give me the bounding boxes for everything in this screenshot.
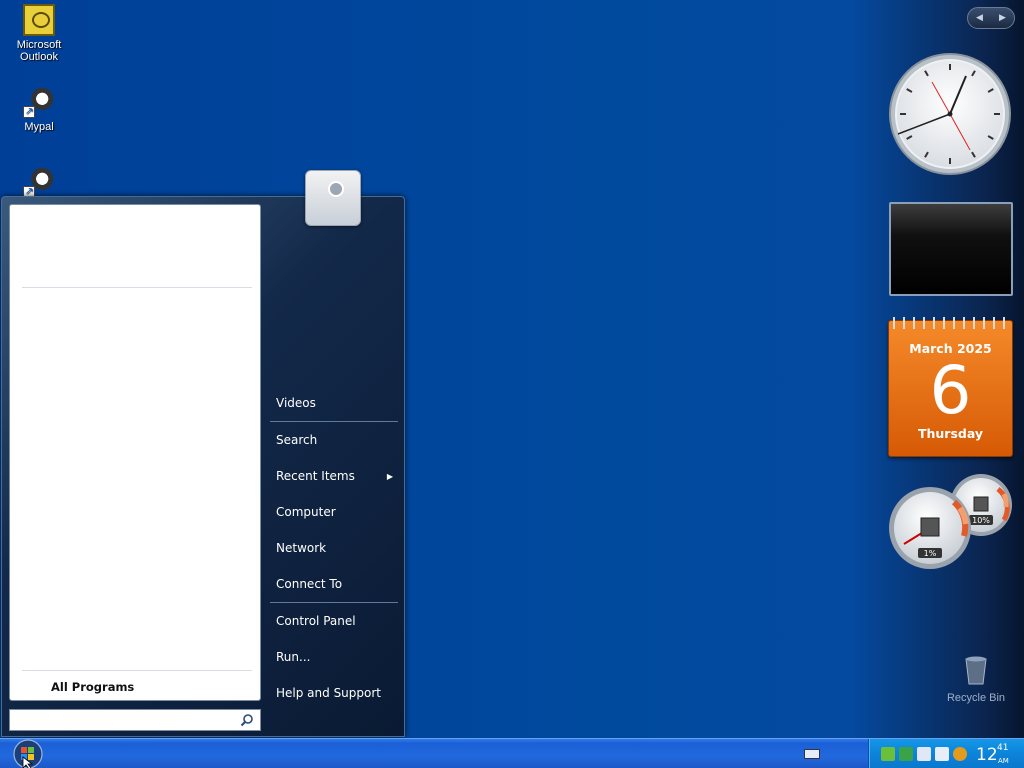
start-item-recent-items[interactable]: Recent Items ▶ [270,458,398,494]
user-picture[interactable] [305,170,361,226]
divider [22,670,252,671]
mypal-icon: ↗ [23,86,55,118]
tray-app-icon[interactable] [881,747,895,761]
start-item-label: Control Panel [276,614,356,628]
recycle-bin-label: Recycle Bin [946,692,1006,704]
tray-display-icon[interactable] [935,747,949,761]
start-menu: All Programs Videos Search Recent Items ▶… [1,196,405,737]
start-item-label: Computer [276,505,336,519]
start-item-network[interactable]: Network [270,530,398,566]
clock-ampm: AM [998,757,1009,765]
desktop-icon-label: Outlook [20,51,58,63]
start-item-label: Videos [276,396,316,410]
start-item-label: Network [276,541,327,555]
start-item-label: Connect To [276,577,343,591]
desktop-icon-outlook[interactable]: Microsoft Outlook [1,4,77,63]
tray-security-icon[interactable] [917,747,931,761]
start-item-label: Run... [276,650,311,664]
start-search-box[interactable] [9,709,261,731]
start-item-run[interactable]: Run... [270,639,398,675]
chevron-left-icon[interactable]: ◀ [976,13,983,23]
start-item-label: Search [276,433,318,447]
start-item-videos[interactable]: Videos [270,385,398,421]
calendar-day: 6 [929,352,972,429]
sidebar-navigation[interactable]: ◀ ▶ [967,7,1015,29]
tray-search-icon[interactable] [953,747,967,761]
start-menu-places-pane: Videos Search Recent Items ▶ Computer Net… [270,385,398,711]
keyboard-icon[interactable] [804,749,820,759]
calendar-weekday: Thursday [917,426,984,441]
start-item-connect-to[interactable]: Connect To [270,566,398,602]
start-item-label: Recent Items [276,469,355,483]
clock-gadget[interactable] [886,50,1014,178]
calendar-rings [889,317,1012,329]
outlook-icon [23,4,55,36]
taskbar: 12 41 AM [0,738,1024,768]
clock-minute: 41 [997,743,1009,753]
start-search-input[interactable] [12,711,232,729]
all-programs-button[interactable]: All Programs [51,680,134,694]
start-item-search[interactable]: Search [270,422,398,458]
clock-hour: 12 [976,745,998,765]
desktop-icon-label: Mypal [24,121,54,133]
start-item-computer[interactable]: Computer [270,494,398,530]
desktop-icon-recycle-bin[interactable]: Recycle Bin [938,655,1014,704]
recycle-bin-icon [965,656,987,685]
cpu-meter-value: 1% [924,549,937,558]
calendar-gadget[interactable]: March 2025 6 Thursday [888,317,1013,457]
start-button[interactable] [8,739,50,768]
chevron-right-icon[interactable]: ▶ [999,13,1006,23]
desktop-icon-mypal[interactable]: ↗ Mypal [1,86,77,133]
desktop-icon-label: Microsoft [16,39,62,51]
start-item-label: Help and Support [276,686,381,700]
divider [22,287,252,288]
desktop: Microsoft Outlook ↗ Mypal ↗ ◀ ▶ March 20… [0,0,1024,738]
cpu-meter-gadget[interactable]: 10% 1% [886,472,1016,572]
search-icon[interactable] [240,713,254,727]
start-item-help-and-support[interactable]: Help and Support [270,675,398,711]
tray-network-icon[interactable] [899,747,913,761]
start-menu-programs-pane: All Programs [9,204,261,701]
chevron-right-icon: ▶ [386,471,393,481]
mypal-shortcut-icon: ↗ [23,166,55,198]
start-item-control-panel[interactable]: Control Panel [270,603,398,639]
slideshow-gadget[interactable] [889,202,1013,296]
memory-meter-value: 10% [972,516,990,525]
